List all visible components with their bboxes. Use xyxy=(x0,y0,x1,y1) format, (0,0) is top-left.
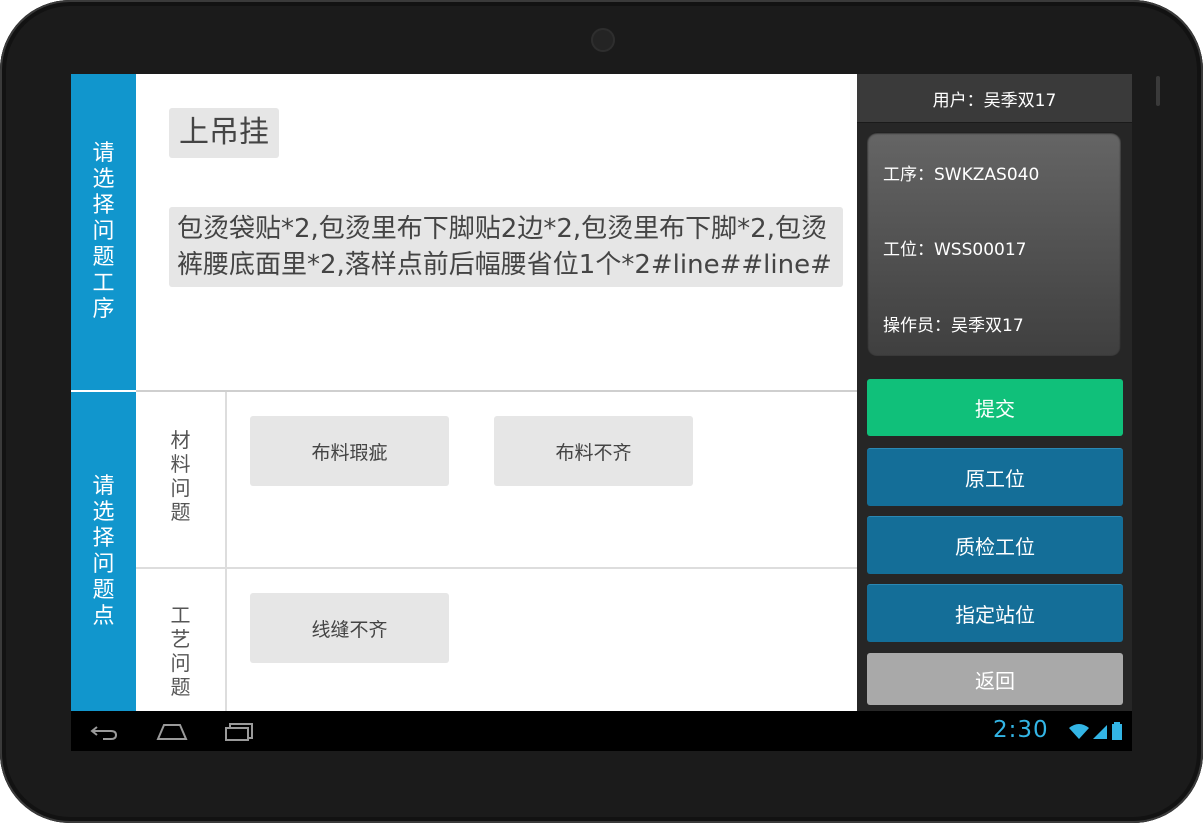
issue-button-seam-uneven[interactable]: 线缝不齐 xyxy=(250,593,449,663)
right-panel: 用户：吴季双17 工序：SWKZAS040 工位：WSS00017 操作员：吴季… xyxy=(857,74,1132,711)
step-section: 上吊挂 包烫袋贴*2,包烫里布下脚贴2边*2,包烫里布下脚*2,包烫裤腰底面里*… xyxy=(136,74,857,390)
tablet-frame: 请选择问题工序 请选择问题点 上吊挂 包烫袋贴*2,包烫里布下脚贴2边*2,包烫… xyxy=(0,0,1203,823)
station-info: 工位：WSS00017 xyxy=(883,240,1027,260)
user-label: 用户：吴季双17 xyxy=(857,74,1132,123)
category-name-material: 材料问题 xyxy=(170,428,191,524)
issue-category-row: 材料问题 布料瑕疵 布料不齐 xyxy=(136,392,857,567)
issue-category-row: 工艺问题 线缝不齐 xyxy=(136,569,857,711)
status-clock: 2:30 xyxy=(993,717,1049,743)
back-button[interactable]: 返回 xyxy=(867,653,1123,705)
recent-apps-icon[interactable] xyxy=(223,719,255,743)
issue-category-label: 材料问题 xyxy=(136,392,227,567)
signal-icon xyxy=(1093,725,1107,739)
camera-icon xyxy=(591,28,615,52)
operator-info: 操作员：吴季双17 xyxy=(883,316,1024,336)
system-navigation-bar: 2:30 xyxy=(71,711,1132,751)
step-description[interactable]: 包烫袋贴*2,包烫里布下脚贴2边*2,包烫里布下脚*2,包烫裤腰底面里*2,落样… xyxy=(169,207,843,287)
select-point-label: 请选择问题点 xyxy=(92,473,115,629)
submit-button[interactable]: 提交 xyxy=(867,379,1123,436)
process-info: 工序：SWKZAS040 xyxy=(883,165,1040,185)
step-title[interactable]: 上吊挂 xyxy=(169,108,279,158)
main-content: 上吊挂 包烫袋贴*2,包烫里布下脚贴2边*2,包烫里布下脚*2,包烫裤腰底面里*… xyxy=(136,74,857,711)
select-point-bar: 请选择问题点 xyxy=(71,392,136,711)
app-screen: 请选择问题工序 请选择问题点 上吊挂 包烫袋贴*2,包烫里布下脚贴2边*2,包烫… xyxy=(71,74,1132,711)
issue-button-fabric-defect[interactable]: 布料瑕疵 xyxy=(250,416,449,486)
assign-station-button[interactable]: 指定站位 xyxy=(867,584,1123,642)
select-step-bar: 请选择问题工序 xyxy=(71,74,136,390)
issue-point-section: 材料问题 布料瑕疵 布料不齐 工艺问题 线缝不齐 xyxy=(136,392,857,711)
battery-icon xyxy=(1112,722,1122,740)
side-button xyxy=(1156,76,1160,106)
back-icon[interactable] xyxy=(89,719,121,743)
select-step-label: 请选择问题工序 xyxy=(92,141,115,322)
issue-button-fabric-uneven[interactable]: 布料不齐 xyxy=(494,416,693,486)
home-icon[interactable] xyxy=(155,719,189,743)
info-card: 工序：SWKZAS040 工位：WSS00017 操作员：吴季双17 xyxy=(867,132,1121,356)
issue-category-label: 工艺问题 xyxy=(136,569,227,711)
qc-station-button[interactable]: 质检工位 xyxy=(867,516,1123,574)
category-name-process: 工艺问题 xyxy=(170,603,191,699)
original-station-button[interactable]: 原工位 xyxy=(867,448,1123,506)
